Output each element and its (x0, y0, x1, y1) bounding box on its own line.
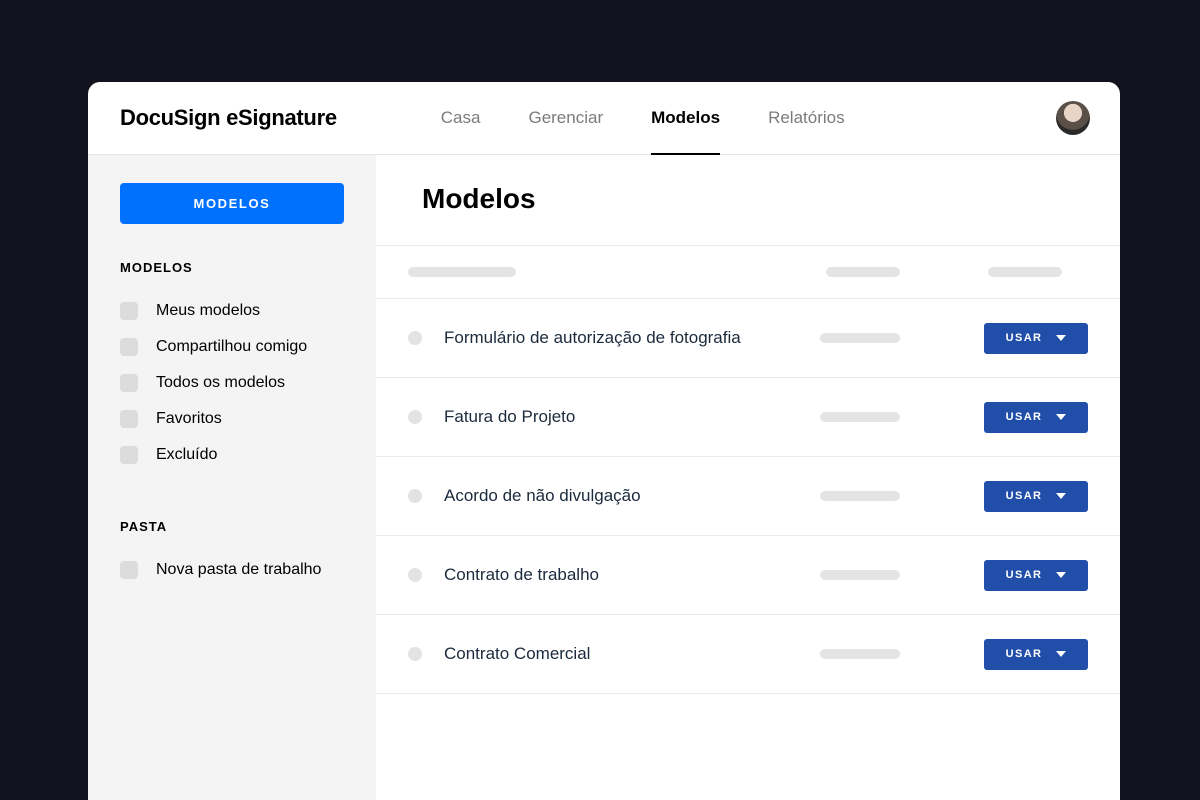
use-button-label: USAR (1006, 490, 1043, 502)
use-button-label: USAR (1006, 648, 1043, 660)
body: MODELOS MODELOS Meus modelos Compartilho… (88, 155, 1120, 800)
logo: DocuSign eSignature (120, 105, 337, 131)
folder-icon (120, 561, 138, 579)
nav-item-gerenciar[interactable]: Gerenciar (528, 82, 603, 154)
main: Modelos Formulário de autorização de fot… (376, 155, 1120, 800)
status-dot-icon (408, 568, 422, 582)
nav-item-casa[interactable]: Casa (441, 82, 481, 154)
app-window: DocuSign eSignature Casa Gerenciar Model… (88, 82, 1120, 800)
caret-down-icon (1056, 414, 1066, 420)
folder-icon (120, 410, 138, 428)
template-name: Contrato de trabalho (444, 565, 599, 585)
use-button[interactable]: USAR (984, 639, 1088, 670)
folder-icon (120, 446, 138, 464)
meta-placeholder (820, 412, 900, 422)
sidebar-item-nova-pasta[interactable]: Nova pasta de trabalho (88, 552, 376, 588)
use-button[interactable]: USAR (984, 560, 1088, 591)
use-button[interactable]: USAR (984, 323, 1088, 354)
avatar[interactable] (1056, 101, 1090, 135)
template-name: Formulário de autorização de fotografia (444, 328, 741, 348)
status-dot-icon (408, 331, 422, 345)
folder-icon (120, 374, 138, 392)
sidebar-item-label: Favoritos (156, 410, 222, 428)
sidebar: MODELOS MODELOS Meus modelos Compartilho… (88, 155, 376, 800)
table-row[interactable]: Contrato Comercial USAR (376, 615, 1120, 694)
nav-item-relatorios[interactable]: Relatórios (768, 82, 845, 154)
use-button[interactable]: USAR (984, 481, 1088, 512)
meta-placeholder (820, 649, 900, 659)
status-dot-icon (408, 647, 422, 661)
template-name: Acordo de não divulgação (444, 486, 641, 506)
caret-down-icon (1056, 572, 1066, 578)
sidebar-item-excluido[interactable]: Excluído (88, 437, 376, 473)
caret-down-icon (1056, 493, 1066, 499)
meta-placeholder (820, 491, 900, 501)
use-button-label: USAR (1006, 332, 1043, 344)
column-header-placeholder (408, 267, 516, 277)
table-row[interactable]: Acordo de não divulgação USAR (376, 457, 1120, 536)
sidebar-list-pasta: Nova pasta de trabalho (88, 552, 376, 588)
column-header-placeholder (988, 267, 1062, 277)
sidebar-list-modelos: Meus modelos Compartilhou comigo Todos o… (88, 293, 376, 473)
sidebar-primary-button[interactable]: MODELOS (120, 183, 344, 224)
caret-down-icon (1056, 651, 1066, 657)
table-header (376, 245, 1120, 299)
nav-item-modelos[interactable]: Modelos (651, 82, 720, 154)
status-dot-icon (408, 489, 422, 503)
sidebar-item-meus-modelos[interactable]: Meus modelos (88, 293, 376, 329)
sidebar-item-compartilhou[interactable]: Compartilhou comigo (88, 329, 376, 365)
folder-icon (120, 302, 138, 320)
sidebar-section-modelos-label: MODELOS (120, 260, 344, 275)
column-header-placeholder (826, 267, 900, 277)
sidebar-item-label: Nova pasta de trabalho (156, 561, 321, 579)
sidebar-section-pasta-label: PASTA (120, 519, 344, 534)
topbar: DocuSign eSignature Casa Gerenciar Model… (88, 82, 1120, 155)
table-row[interactable]: Formulário de autorização de fotografia … (376, 299, 1120, 378)
sidebar-item-label: Todos os modelos (156, 374, 285, 392)
folder-icon (120, 338, 138, 356)
sidebar-item-label: Meus modelos (156, 302, 260, 320)
table-row[interactable]: Contrato de trabalho USAR (376, 536, 1120, 615)
use-button[interactable]: USAR (984, 402, 1088, 433)
use-button-label: USAR (1006, 569, 1043, 581)
table-row[interactable]: Fatura do Projeto USAR (376, 378, 1120, 457)
meta-placeholder (820, 333, 900, 343)
status-dot-icon (408, 410, 422, 424)
template-name: Contrato Comercial (444, 644, 590, 664)
template-name: Fatura do Projeto (444, 407, 575, 427)
sidebar-item-label: Excluído (156, 446, 217, 464)
use-button-label: USAR (1006, 411, 1043, 423)
meta-placeholder (820, 570, 900, 580)
sidebar-item-label: Compartilhou comigo (156, 338, 307, 356)
topnav: Casa Gerenciar Modelos Relatórios (441, 82, 845, 154)
page-title: Modelos (376, 155, 1120, 245)
sidebar-item-todos[interactable]: Todos os modelos (88, 365, 376, 401)
sidebar-item-favoritos[interactable]: Favoritos (88, 401, 376, 437)
caret-down-icon (1056, 335, 1066, 341)
